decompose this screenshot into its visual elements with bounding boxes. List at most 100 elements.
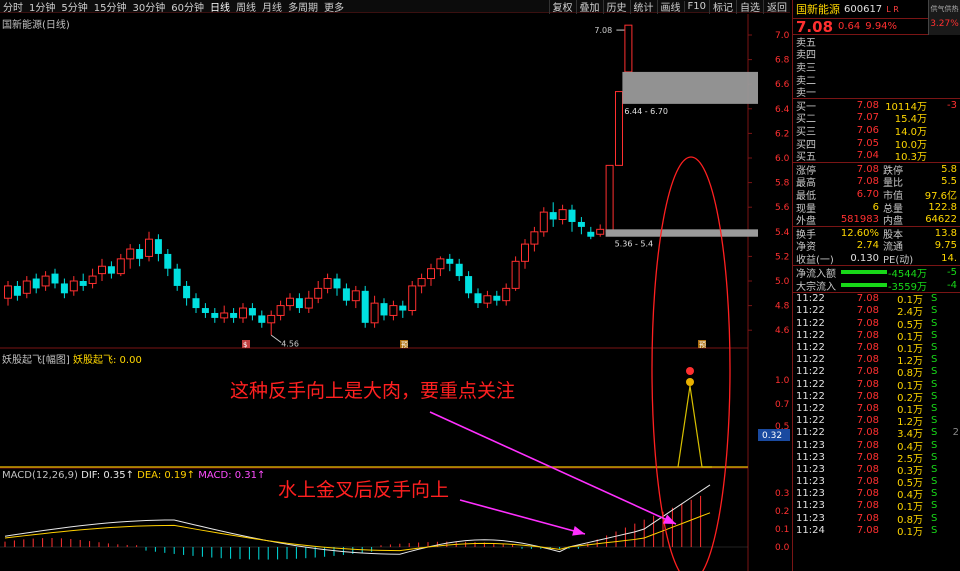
period-tab-7[interactable]: 周线 (233, 0, 259, 14)
candle-body-up (389, 305, 398, 316)
candle-body-up (502, 287, 511, 302)
price-tick-label: 5.60 (775, 203, 790, 213)
tick-t: 11:22 (796, 329, 825, 341)
candle-body-up (558, 209, 567, 221)
tick-t: 11:22 (796, 354, 825, 366)
period-tab-9[interactable]: 多周期 (285, 0, 321, 14)
period-tab-3[interactable]: 15分钟 (91, 0, 130, 14)
quote-panel: 国新能源 600617 L R 供气供热 3.27% 7.08 0.64 9.9… (792, 0, 960, 571)
tick-d: S (931, 524, 938, 536)
tool-button-0[interactable]: 复权 (548, 0, 576, 14)
candle-body-down (201, 308, 209, 313)
price-change: 0.64 (838, 21, 861, 32)
tool-button-4[interactable]: 画线 (656, 0, 684, 14)
stat-value: 97.6亿 (924, 190, 957, 202)
price-tick-label: 5.20 (775, 252, 790, 262)
stat-value: 7.08 (856, 176, 879, 188)
stats-block-2: 换手 12.60% 股本 13.8 净资 2.74 流通 9.75 收益(一) 0.130 PE(动… (793, 227, 960, 266)
period-tab-4[interactable]: 30分钟 (129, 0, 168, 14)
indicator-tick-label: 1.00 (775, 376, 790, 386)
sector-box[interactable]: 供气供热 3.27% (928, 0, 960, 35)
period-tab-5[interactable]: 60分钟 (168, 0, 207, 14)
tool-button-1[interactable]: 叠加 (575, 0, 603, 14)
tick-v: 0.1万 (897, 526, 923, 538)
tick-x: 2 (952, 427, 959, 439)
price-tick-label: 6.40 (775, 105, 790, 115)
tool-button-3[interactable]: 统计 (629, 0, 657, 14)
macd-dea-line (4, 512, 711, 552)
tool-button-7[interactable]: 自选 (736, 0, 763, 14)
candle-body-down (342, 288, 350, 301)
period-tab-6[interactable]: 日线 (207, 0, 233, 14)
flow-bar (841, 270, 887, 275)
asks-row: 卖二 (793, 73, 960, 87)
candle-body-down (136, 249, 144, 259)
candle-body-up (624, 24, 633, 73)
stock-code: 600617 (844, 3, 883, 15)
tick-row: 11:22 7.08 0.5万 S (793, 317, 960, 331)
tick-row: 11:23 7.08 0.4万 S (793, 439, 960, 453)
fund-flow-block: 净流入额 -4544万 -5 大宗流入 -3559万 -4 (793, 266, 960, 293)
stock-header: 国新能源 600617 L R 供气供热 3.27% (793, 0, 960, 35)
stat-value: 64622 (925, 214, 957, 226)
tick-d: S (931, 390, 938, 402)
candle-body-up (126, 248, 135, 260)
tick-d: S (931, 512, 938, 524)
tick-d: S (931, 476, 938, 488)
tick-p: 7.08 (856, 342, 879, 354)
candle-body-up (370, 302, 379, 324)
candle-body-up (615, 91, 623, 166)
tick-d: S (931, 366, 938, 378)
period-tab-1[interactable]: 1分钟 (26, 0, 58, 14)
period-toolbar: 分时 1分钟 5分钟 15分钟 30分钟 60分钟 日线 周线 月线 多周期 更多 复权 叠加 历史 统计画… (0, 0, 790, 14)
bids-row: 买二 7.07 15.4万 (793, 112, 960, 125)
tick-d: S (931, 293, 938, 305)
candle-body-down (211, 312, 219, 318)
tick-row: 11:22 7.08 0.1万 S (793, 329, 960, 343)
period-tab-10[interactable]: 更多 (321, 0, 347, 14)
tick-t: 11:22 (796, 342, 825, 354)
asks-row: 卖四 (793, 48, 960, 61)
low-marker-line (270, 334, 282, 343)
tool-button-2[interactable]: 历史 (602, 0, 630, 14)
macd-tick-label: 0.00 (775, 543, 790, 553)
candle-body-up (596, 228, 605, 235)
tick-t: 11:22 (796, 415, 825, 427)
tool-button-6[interactable]: 标记 (709, 0, 736, 14)
tick-row: 11:23 7.08 0.1万 S (793, 500, 960, 513)
candle-body-down (107, 266, 115, 274)
tick-row: 11:22 7.08 0.1万 S (793, 341, 960, 355)
period-tab-2[interactable]: 5分钟 (58, 0, 90, 14)
period-tab-0[interactable]: 分时 (0, 0, 26, 14)
macd-tick-label: 0.20 (775, 507, 790, 517)
tool-button-8[interactable]: 返回 (763, 0, 790, 14)
macd-macd-value: MACD: 0.31↑ (198, 470, 266, 481)
period-tab-8[interactable]: 月线 (259, 0, 285, 14)
sector-name: 供气供热 (930, 5, 959, 13)
tick-d: S (931, 329, 938, 341)
tick-list[interactable]: 11:22 7.08 0.1万 S 11:22 7.08 2.4万 S 11:22 7.08 0.5… (793, 293, 960, 538)
price-tick-label: 5.80 (775, 179, 790, 189)
price-tick-label: 4.80 (775, 302, 790, 312)
tick-row: 11:22 7.08 1.2万 S (793, 415, 960, 428)
flow-bar (841, 283, 887, 288)
bids-price: 7.06 (856, 124, 879, 136)
annotation-text-1: 这种反手向上是大肉，要重点关注 (230, 380, 516, 402)
annotation-text-2: 水上金叉后反手向上 (278, 479, 450, 501)
gap-upper-label: 6.44 - 6.70 (624, 107, 668, 116)
candle-body-down (248, 308, 256, 316)
tick-row: 11:23 7.08 0.3万 S (793, 463, 960, 477)
annotation-arrow-2-line (459, 499, 586, 535)
stat-value: 5.8 (941, 163, 957, 175)
candle-body-down (230, 312, 238, 318)
tick-d: S (931, 378, 938, 390)
chart-area[interactable]: 7.00 6.80 6.60 6.40 6.20 6.00 5.80 5.60 5.40 5.20… (0, 14, 790, 571)
tool-button-5[interactable]: F10 (683, 0, 709, 12)
candle-body-up (511, 260, 520, 289)
candle-body-up (605, 164, 614, 233)
candle-body-up (41, 275, 50, 287)
indicator-name: 妖股起飞[幅图] (2, 355, 70, 366)
indicator-title: 妖股起飞[幅图] 妖股起飞: 0.00 (2, 351, 142, 366)
stat-value: 2.74 (856, 240, 879, 252)
candle-body-down (380, 303, 388, 316)
